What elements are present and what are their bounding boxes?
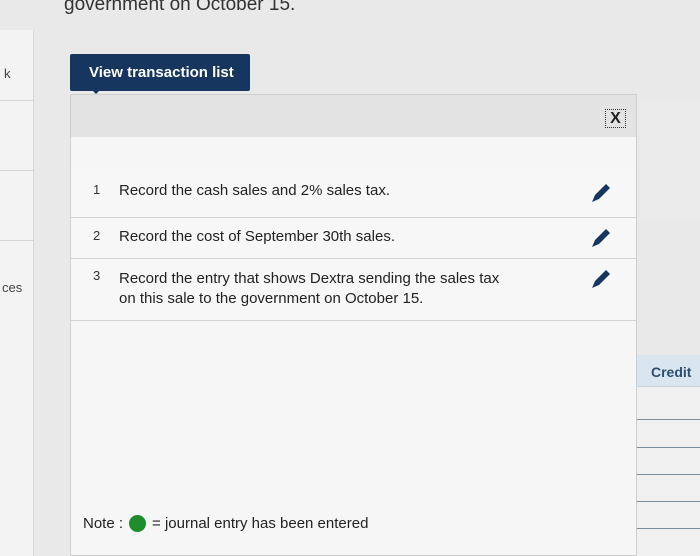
page-heading-fragment: government on October 15. [64, 0, 296, 15]
view-transaction-list-button[interactable]: View transaction list [70, 54, 250, 91]
entered-status-icon [129, 515, 147, 532]
task-row-3[interactable]: 3 Record the entry that shows Dextra sen… [71, 259, 636, 321]
left-label-ces: ces [2, 280, 23, 295]
note-label: Note : [83, 515, 124, 532]
task-description: Record the cost of September 30th sales. [119, 228, 395, 245]
popup-header: X [71, 95, 636, 137]
task-description-line2: on this sale to the government on Octobe… [119, 290, 424, 307]
note-text: = journal entry has been entered [152, 515, 369, 532]
transaction-list-popup: X 1 Record the cash sales and 2% sales t… [70, 94, 637, 556]
grid-line [631, 447, 700, 448]
left-row-divider [0, 170, 34, 171]
grid-line [631, 501, 700, 502]
task-description: Record the cash sales and 2% sales tax. [119, 182, 390, 199]
journal-grid: Credit [630, 355, 700, 556]
task-number: 3 [93, 268, 101, 283]
task-description-line1: Record the entry that shows Dextra sendi… [119, 270, 500, 287]
grid-line [631, 474, 700, 475]
close-icon[interactable]: X [605, 109, 626, 128]
left-row-divider [0, 240, 34, 241]
grid-line [631, 528, 700, 529]
credit-header-label: Credit [651, 364, 692, 380]
legend-note: Note : = journal entry has been entered [83, 515, 368, 532]
task-number: 1 [93, 182, 101, 197]
left-label-k: k [4, 66, 11, 81]
task-row-2[interactable]: 2 Record the cost of September 30th sale… [71, 218, 636, 259]
task-row-1[interactable]: 1 Record the cash sales and 2% sales tax… [71, 169, 636, 218]
pencil-icon[interactable] [589, 181, 613, 205]
pencil-icon[interactable] [589, 226, 613, 250]
credit-column-header: Credit [631, 355, 700, 387]
right-background-panel [640, 100, 700, 220]
left-row-divider [0, 100, 34, 101]
pencil-icon[interactable] [589, 267, 613, 291]
task-number: 2 [93, 228, 101, 243]
grid-line [631, 419, 700, 420]
